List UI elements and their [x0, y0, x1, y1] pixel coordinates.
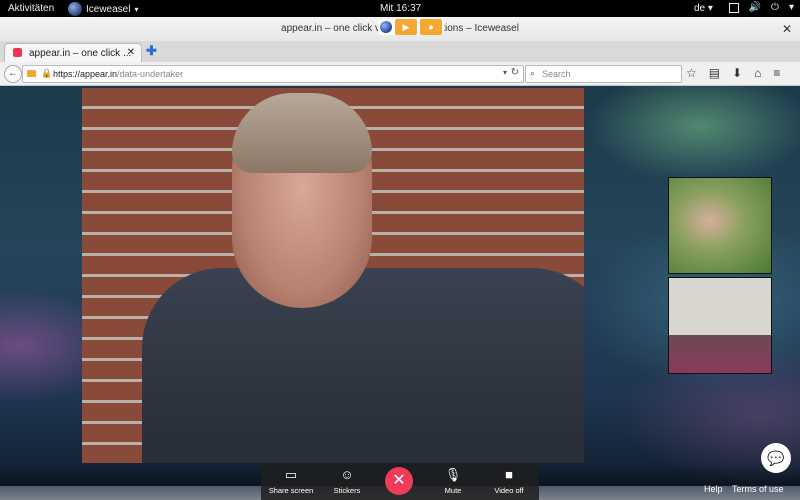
- chat-button[interactable]: 💬: [761, 443, 791, 473]
- system-menu[interactable]: 🔊 ⏻ ▾: [728, 2, 794, 13]
- participant-body: [142, 268, 584, 463]
- video-camera-icon: ■: [505, 467, 513, 482]
- stickers-button[interactable]: ☺ Stickers: [321, 467, 373, 495]
- reload-icon[interactable]: ↻: [511, 67, 519, 78]
- downloads-icon[interactable]: ⬇: [732, 66, 742, 80]
- chat-bubble-icon: 💬: [767, 450, 785, 466]
- window-icon: [728, 2, 739, 13]
- smiley-icon: ☺: [340, 467, 354, 482]
- search-placeholder: Search: [542, 69, 571, 79]
- bookmark-star-icon[interactable]: ☆: [686, 66, 697, 80]
- main-video-feed[interactable]: [82, 88, 584, 463]
- share-screen-button[interactable]: ▭ Share screen: [265, 467, 317, 495]
- url-text[interactable]: https://appear.in/data-undertaker: [53, 69, 183, 79]
- keyboard-layout-caret: ▾: [707, 3, 713, 14]
- new-tab-button[interactable]: ✚: [146, 43, 157, 59]
- keyboard-layout-label: de: [694, 3, 706, 14]
- lock-icon[interactable]: 🔒: [41, 68, 52, 79]
- appear-in-favicon-icon: [13, 48, 22, 57]
- camera-permission-icon[interactable]: [27, 70, 36, 77]
- globe-icon: [380, 21, 392, 33]
- window-titlebar: appear.in – one click video conversation…: [0, 17, 800, 42]
- camera-sharing-icon: ▶: [395, 19, 417, 35]
- video-off-button[interactable]: ■ Video off: [483, 467, 535, 495]
- navigation-toolbar: ← 🔒 https://appear.in/data-undertaker ▾ …: [0, 62, 800, 86]
- app-menu-label: Iceweasel: [86, 3, 131, 15]
- volume-icon: 🔊: [748, 2, 762, 13]
- microphone-sharing-icon: ●: [420, 19, 442, 35]
- bookmarks-menu-icon[interactable]: ▤: [709, 66, 720, 80]
- participant-hair: [232, 93, 372, 173]
- tab-appear-in[interactable]: appear.in – one click ... ✕: [4, 43, 142, 63]
- app-menu[interactable]: Iceweasel ▾: [68, 2, 138, 16]
- power-icon: ⏻: [771, 2, 779, 13]
- iceweasel-icon: [68, 2, 82, 16]
- end-call-button[interactable]: ✕: [385, 467, 413, 495]
- search-icon: ⌕: [530, 68, 536, 78]
- gnome-top-bar: Aktivitäten Iceweasel ▾ Mit 16:37 de ▾ 🔊…: [0, 0, 800, 17]
- toolbar-buttons: ☆ ▤ ⬇ ⌂ ≡: [686, 66, 780, 80]
- mute-label: Mute: [444, 486, 462, 495]
- chevron-down-icon: ▾: [788, 2, 794, 13]
- home-icon[interactable]: ⌂: [754, 66, 761, 80]
- microphone-icon: 🎙: [444, 467, 462, 482]
- url-bar[interactable]: 🔒 https://appear.in/data-undertaker ▾ ↻: [22, 65, 524, 83]
- chevron-down-icon: ▾: [134, 4, 139, 14]
- open-menu-button[interactable]: ≡: [773, 66, 780, 80]
- share-screen-label: Share screen: [268, 486, 314, 495]
- url-path: /data-undertaker: [117, 69, 184, 79]
- back-button[interactable]: ←: [4, 65, 22, 83]
- search-bar[interactable]: ⌕ Search: [525, 65, 682, 83]
- clock[interactable]: Mit 16:37: [380, 3, 421, 14]
- appear-in-room: ▭ Share screen ☺ Stickers ✕ 🎙 Mute ■ Vid…: [0, 86, 800, 500]
- mute-button[interactable]: 🎙 Mute: [427, 467, 479, 495]
- window-close-icon[interactable]: ✕: [782, 22, 792, 36]
- video-off-label: Video off: [494, 486, 524, 495]
- activities-button[interactable]: Aktivitäten: [8, 3, 54, 14]
- monitor-icon: ▭: [284, 467, 298, 482]
- call-controls-bar: ▭ Share screen ☺ Stickers ✕ 🎙 Mute ■ Vid…: [261, 464, 539, 500]
- terms-of-use-link[interactable]: Terms of use: [732, 484, 784, 494]
- help-link[interactable]: Help: [704, 484, 723, 494]
- keyboard-layout-indicator[interactable]: de ▾: [694, 3, 713, 14]
- sharing-indicator[interactable]: ▶ ●: [378, 19, 444, 35]
- url-dropdown-icon[interactable]: ▾: [503, 68, 507, 77]
- tab-close-icon[interactable]: ✕: [127, 47, 135, 58]
- tab-label: appear.in – one click ...: [29, 48, 132, 59]
- participant-thumbnail-video[interactable]: [668, 177, 772, 274]
- url-host: https://appear.in: [53, 69, 118, 79]
- stickers-label: Stickers: [333, 486, 361, 495]
- participant-thumbnail-video[interactable]: [668, 277, 772, 374]
- tab-bar: appear.in – one click ... ✕ ✚: [0, 41, 800, 63]
